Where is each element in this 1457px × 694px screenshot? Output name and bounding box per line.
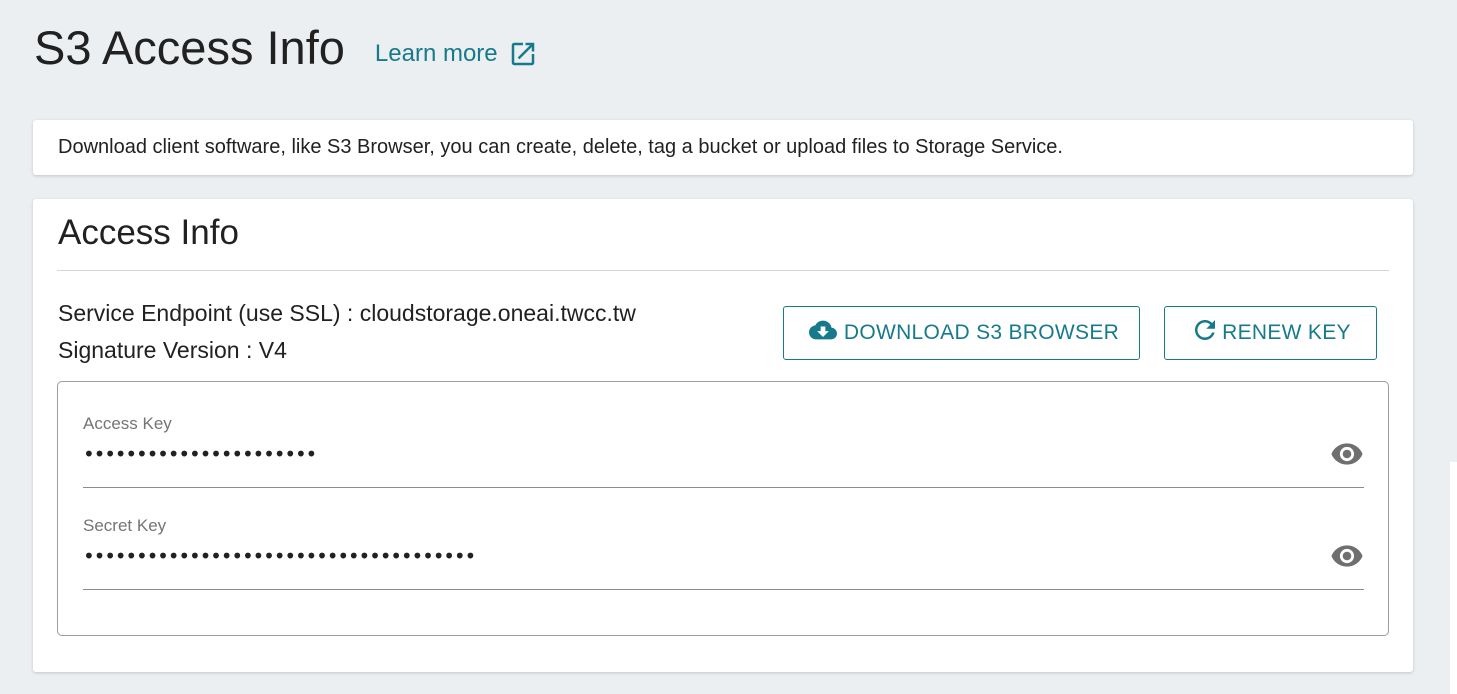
- external-link-icon: [508, 39, 538, 69]
- info-text: Download client software, like S3 Browse…: [58, 136, 1063, 158]
- renew-key-button[interactable]: RENEW KEY: [1164, 306, 1377, 360]
- secret-key-input[interactable]: •••••••••••••••••••••••••••••••••••••: [83, 544, 476, 568]
- download-s3-browser-button[interactable]: DOWNLOAD S3 BROWSER: [783, 306, 1140, 360]
- renew-button-label: RENEW KEY: [1222, 321, 1351, 344]
- access-key-input[interactable]: ••••••••••••••••••••••: [83, 442, 317, 466]
- service-endpoint-text: Service Endpoint (use SSL) : cloudstorag…: [58, 300, 636, 326]
- access-key-label: Access Key: [83, 414, 172, 433]
- card-title: Access Info: [58, 213, 239, 252]
- divider: [57, 270, 1389, 271]
- learn-more-link[interactable]: Learn more: [375, 39, 538, 69]
- page-title: S3 Access Info: [34, 21, 345, 74]
- keys-panel: Access Key •••••••••••••••••••••• Secret…: [57, 381, 1389, 636]
- page-header: S3 Access Info Learn more: [34, 18, 538, 78]
- eye-icon[interactable]: [1330, 543, 1364, 569]
- learn-more-label: Learn more: [374, 40, 498, 67]
- info-banner: Download client software, like S3 Browse…: [33, 120, 1413, 175]
- refresh-icon: [1190, 315, 1220, 351]
- secret-key-field: Secret Key •••••••••••••••••••••••••••••…: [83, 511, 1364, 590]
- page-edge: [1450, 462, 1457, 694]
- access-info-card: Access Info Service Endpoint (use SSL) :…: [33, 199, 1413, 672]
- download-button-label: DOWNLOAD S3 BROWSER: [843, 321, 1120, 344]
- signature-version-text: Signature Version : V4: [58, 337, 287, 363]
- cloud-download-icon: [804, 316, 842, 350]
- eye-icon[interactable]: [1330, 441, 1364, 467]
- page: S3 Access Info Learn more Download clien…: [0, 0, 1457, 694]
- secret-key-label: Secret Key: [83, 516, 167, 535]
- access-key-field: Access Key ••••••••••••••••••••••: [83, 409, 1364, 488]
